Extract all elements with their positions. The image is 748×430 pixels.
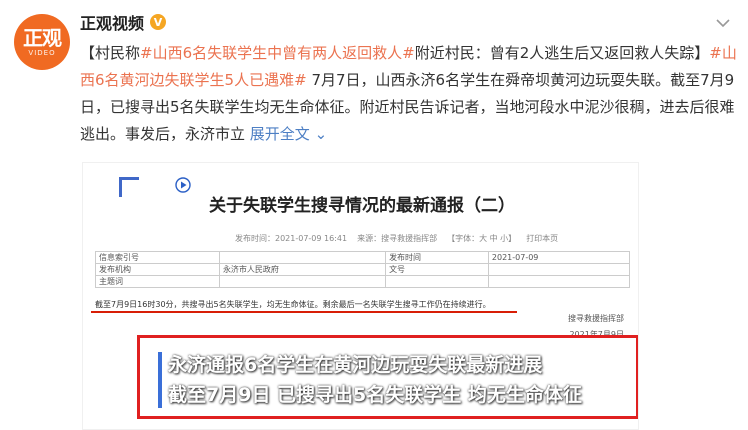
table-cell: 发布机构	[95, 263, 220, 276]
avatar[interactable]: 正观 VIDEO	[14, 14, 70, 70]
table-cell: 主题词	[95, 275, 220, 288]
table-cell: 文号	[385, 263, 489, 276]
video-caption-box: 永济通报6名学生在黄河边玩耍失联最新进展 截至7月9日 已搜寻出5名失联学生 均…	[137, 335, 638, 419]
table-cell	[487, 263, 631, 276]
signature-org: 搜寻救援指挥部	[568, 314, 624, 323]
table-row: 信息索引号 发布时间 2021-07-09	[95, 251, 631, 264]
doc-notice: 截至7月9日16时30分，共搜寻出5名失联学生，均无生命体征。剩余最后一名失联学…	[95, 300, 491, 309]
chevron-down-icon[interactable]: ⌄	[310, 125, 328, 143]
post-segment-0: 【村民称	[80, 44, 141, 62]
highlight-underline	[91, 311, 517, 313]
table-cell: 永济市人民政府	[218, 263, 387, 276]
caption-line-2: 截至7月9日 已搜寻出5名失联学生 均无生命体征	[168, 384, 582, 406]
table-cell	[218, 251, 387, 264]
post-text: 【村民称#山西6名失联学生中曾有两人返回救人#附近村民：曾有2人逃生后又返回救人…	[80, 40, 740, 148]
table-row: 主题词	[95, 275, 631, 288]
author-name[interactable]: 正观视频	[80, 10, 144, 34]
table-cell	[218, 275, 387, 288]
play-icon[interactable]	[175, 177, 191, 193]
avatar-text: 正观	[23, 26, 62, 50]
doc-info-table: 信息索引号 发布时间 2021-07-09 发布机构 永济市人民政府 文号 主题…	[95, 251, 631, 288]
doc-title: 关于失联学生搜寻情况的最新通报（二）	[209, 196, 515, 216]
doc-meta: 发布时间：2021-07-09 16:41 来源：搜寻救援指挥部 【字体：大 中…	[235, 233, 558, 244]
font-size-control: 【字体：大 中 小】	[447, 234, 517, 243]
expand-full-text-link[interactable]: 展开全文	[250, 125, 310, 143]
table-cell	[385, 275, 489, 288]
caption-accent-bar	[158, 352, 162, 408]
table-cell	[487, 275, 631, 288]
author-block: 正观视频 V	[80, 10, 167, 34]
table-cell: 发布时间	[385, 251, 489, 264]
caption-line-1: 永济通报6名学生在黄河边玩耍失联最新进展	[168, 354, 543, 376]
table-row: 发布机构 永济市人民政府 文号	[95, 263, 631, 276]
video-embed[interactable]: 关于失联学生搜寻情况的最新通报（二） 发布时间：2021-07-09 16:41…	[82, 162, 639, 430]
doc-source: 来源：搜寻救援指挥部	[357, 234, 438, 243]
chevron-down-icon[interactable]	[712, 12, 734, 34]
table-cell: 信息索引号	[95, 251, 220, 264]
verified-icon: V	[150, 14, 167, 30]
hashtag-link[interactable]: #山西6名失联学生中曾有两人返回救人#	[140, 44, 415, 62]
table-cell: 2021-07-09	[487, 251, 631, 264]
corner-decoration	[119, 177, 139, 197]
avatar-subtext: VIDEO	[28, 49, 56, 57]
doc-publish-time: 发布时间：2021-07-09 16:41	[235, 234, 348, 243]
print-link: 打印本页	[526, 234, 559, 243]
post-segment-2: 附近村民：曾有2人逃生后又返回救人失踪】	[414, 44, 710, 62]
